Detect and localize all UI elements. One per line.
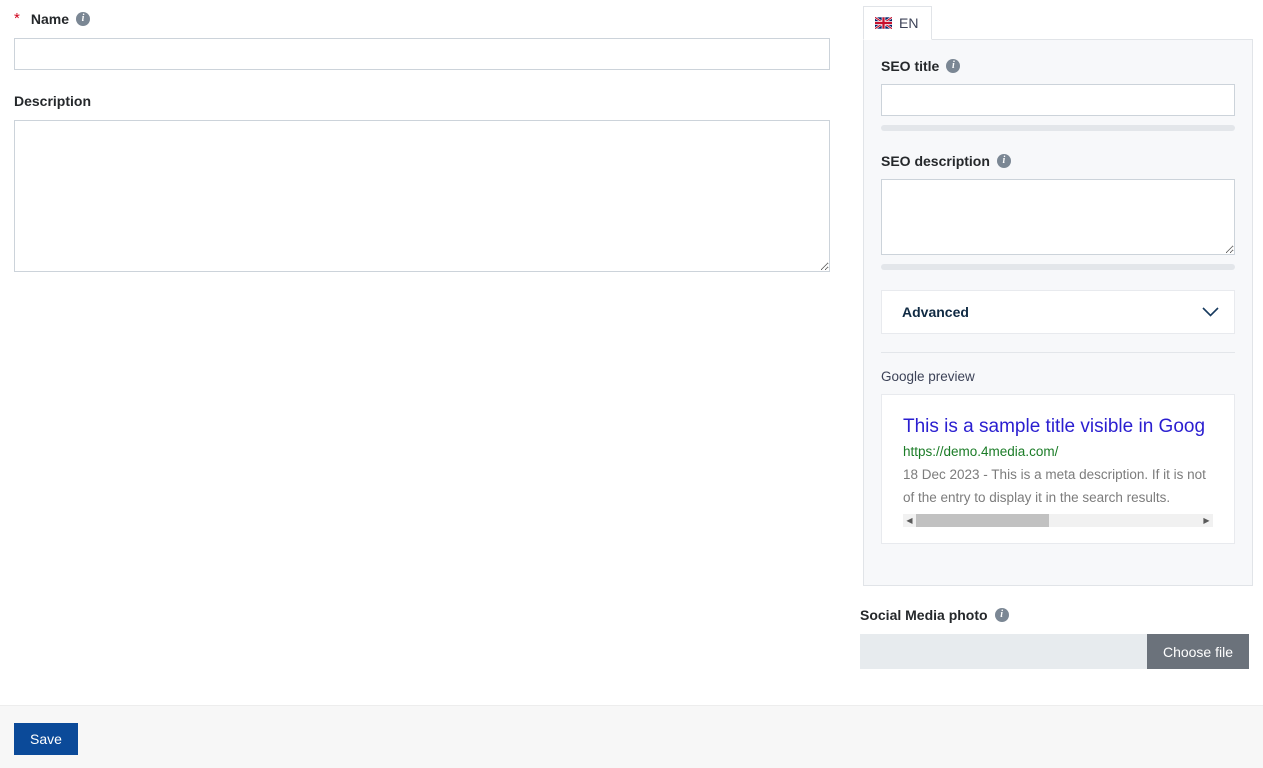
seo-description-textarea[interactable] (881, 179, 1235, 255)
scroll-left-arrow-icon[interactable]: ◀ (903, 514, 916, 527)
form-footer: Save (0, 705, 1263, 768)
seo-panel: SEO title i SEO description i Advanced G… (863, 39, 1253, 586)
name-input[interactable] (14, 38, 830, 70)
info-icon[interactable]: i (75, 12, 90, 26)
save-button[interactable]: Save (14, 723, 78, 755)
info-icon[interactable]: i (994, 608, 1009, 622)
google-preview-description-line1: 18 Dec 2023 - This is a meta description… (903, 467, 1206, 482)
file-upload-control: Choose file (860, 634, 1249, 669)
seo-description-label: SEO description i (881, 152, 1235, 170)
seo-description-label-text: SEO description (881, 153, 990, 169)
google-preview-title: This is a sample title visible in Goog (903, 416, 1206, 437)
info-icon[interactable]: i (996, 154, 1011, 168)
google-preview-url: https://demo.4media.com/ (903, 444, 1059, 459)
seo-title-label: SEO title i (881, 57, 1235, 75)
seo-title-input[interactable] (881, 84, 1235, 116)
seo-title-length-meter (881, 125, 1235, 131)
uk-flag-icon (875, 17, 892, 29)
form-page: * Name i Description EN SEO title i SEO … (0, 0, 1263, 705)
panel-divider (881, 352, 1235, 353)
scrollbar-thumb[interactable] (916, 514, 1050, 527)
language-tabs: EN (860, 6, 1253, 40)
chevron-down-icon (1202, 307, 1219, 317)
google-preview-scrollbar[interactable]: ◀ ▶ (903, 514, 1213, 527)
description-field-label: Description (14, 92, 91, 110)
social-media-photo-block: Social Media photo i Choose file (860, 606, 1250, 669)
name-field-label: * Name i (14, 10, 90, 28)
tab-en[interactable]: EN (863, 6, 933, 40)
social-media-photo-label: Social Media photo i (860, 606, 1250, 624)
description-input-wrapper (14, 120, 830, 272)
name-label-text: Name (30, 11, 69, 27)
google-preview-label: Google preview (881, 369, 975, 384)
scroll-right-arrow-icon[interactable]: ▶ (1200, 514, 1213, 527)
seo-description-length-meter (881, 264, 1235, 270)
name-input-wrapper (14, 38, 830, 70)
description-label-text: Description (14, 93, 92, 109)
google-preview-description-line2: of the entry to display it in the search… (903, 490, 1171, 505)
required-asterisk: * (14, 10, 20, 27)
advanced-accordion-header[interactable]: Advanced (881, 290, 1235, 334)
advanced-accordion-label: Advanced (902, 304, 969, 320)
social-media-photo-label-text: Social Media photo (860, 607, 988, 623)
google-preview-card: This is a sample title visible in Goog h… (881, 394, 1235, 544)
choose-file-button[interactable]: Choose file (1146, 634, 1249, 669)
tab-en-label: EN (899, 15, 919, 31)
info-icon[interactable]: i (946, 59, 961, 73)
scrollbar-track[interactable] (916, 514, 1200, 527)
seo-title-label-text: SEO title (881, 58, 940, 74)
description-textarea[interactable] (14, 120, 830, 272)
file-name-field[interactable] (860, 634, 1147, 669)
